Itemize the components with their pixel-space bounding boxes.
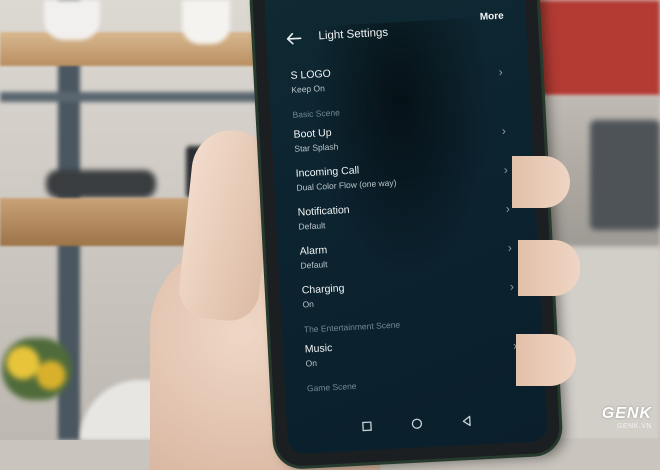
back-arrow-icon[interactable] [284,29,303,48]
white-cup [182,0,230,44]
phone-screen: ▮ ◢ ▮ Light Settings More S LOGO Keep On… [263,0,549,455]
chevron-right-icon: › [507,240,513,255]
right-machine [590,120,660,230]
finger-ring [516,334,576,386]
chevron-right-icon: › [503,162,509,177]
yellow-flowers [2,338,72,400]
watermark-site: GENK.VN [616,423,652,430]
navigation-bar [287,409,548,441]
page-title: Light Settings [318,26,389,43]
shelf-trinkets [46,170,156,198]
chevron-right-icon: › [505,201,511,216]
finger-index [512,156,570,208]
more-button[interactable]: More [480,11,504,23]
watermark-logo: GENK [601,405,652,422]
watermark: GENK GENK.VN [602,405,652,430]
chevron-right-icon: › [498,64,504,79]
triangle-icon[interactable] [458,413,475,430]
finger-middle [518,240,580,296]
settings-list: S LOGO Keep On › Basic Scene Boot Up Sta… [268,53,545,399]
white-vase [44,0,100,40]
app-bar: Light Settings More [266,11,527,55]
chevron-right-icon: › [509,279,515,294]
chevron-right-icon: › [501,123,507,138]
phone: ▮ ◢ ▮ Light Settings More S LOGO Keep On… [251,0,561,468]
wooden-shelf-top [0,32,280,66]
circle-icon[interactable] [409,415,426,432]
square-icon[interactable] [359,418,376,435]
shelf-rail [0,92,280,102]
